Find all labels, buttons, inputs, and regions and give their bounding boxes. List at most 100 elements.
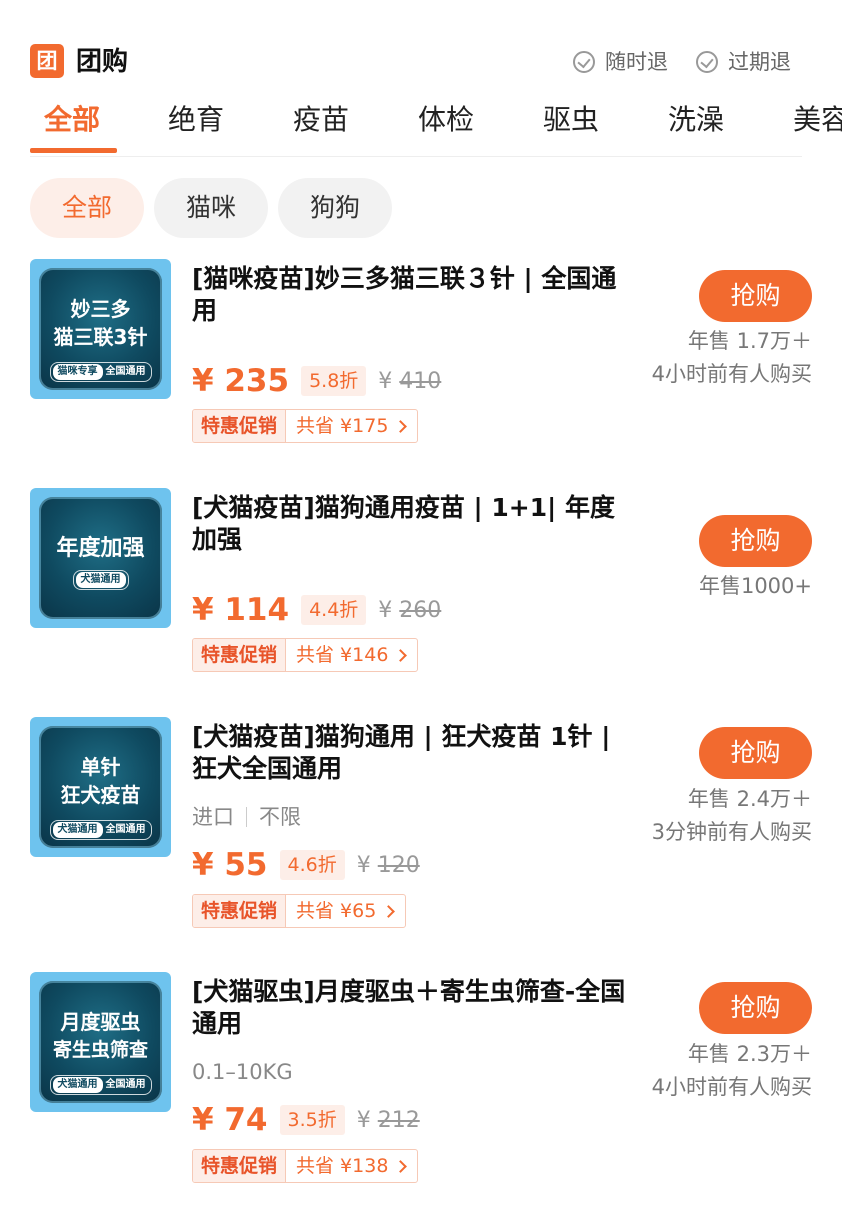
category-tabs: 全部 绝育 疫苗 体检 驱虫 洗澡 美容 [30, 96, 842, 156]
product-specs: 0.1–10KG [192, 1060, 293, 1084]
filter-all[interactable]: 全部 [30, 178, 144, 238]
spec-origin: 进口 [192, 805, 234, 829]
annual-sales: 年售 1.7万＋ [687, 329, 812, 353]
guarantee-refund-expired: 过期退 [696, 47, 791, 77]
buy-button[interactable]: 抢购 [699, 982, 812, 1034]
divider [246, 807, 247, 827]
original-price-value: 410 [399, 368, 442, 394]
savings: 共省 ¥138 [286, 1150, 417, 1182]
buy-button[interactable]: 抢购 [699, 270, 812, 322]
price-row: ¥ 114 4.4折 ¥ 260 [192, 590, 441, 630]
original-price: ¥ 212 [356, 1107, 420, 1133]
savings-text: 共省 ¥175 [296, 415, 389, 437]
sale-price: ¥ 55 [192, 847, 268, 883]
thumbnail-tag: 全国通用 [105, 366, 146, 377]
recent-purchase: 3分钟前有人购买 [651, 820, 812, 844]
product-thumbnail: 单针 狂犬疫苗 犬猫通用 全国通用 [30, 717, 171, 857]
thumbnail-tag: 犬猫通用 [52, 1077, 103, 1093]
thumbnail-text: 妙三多 [70, 297, 131, 321]
thumbnail-text: 猫三联3针 [53, 325, 148, 349]
thumbnail-text: 年度加强 [56, 536, 145, 561]
savings: 共省 ¥146 [286, 639, 417, 671]
product-title[interactable]: [犬猫疫苗]猫狗通用疫苗 | 1+1| 年度加强 [192, 492, 632, 556]
product-title[interactable]: [猫咪疫苗]妙三多猫三联３针 | 全国通用 [192, 263, 632, 327]
buy-button[interactable]: 抢购 [699, 515, 812, 567]
filter-cat[interactable]: 猫咪 [154, 178, 268, 238]
original-price-value: 212 [377, 1107, 420, 1133]
chevron-right-icon [382, 904, 396, 918]
promo-tag[interactable]: 特惠促销 共省 ¥65 [192, 894, 407, 928]
savings-text: 共省 ¥146 [296, 644, 389, 666]
buy-button[interactable]: 抢购 [699, 727, 812, 779]
check-circle-icon [696, 51, 718, 73]
thumbnail-tag: 全国通用 [105, 1079, 146, 1090]
annual-sales: 年售 2.3万＋ [687, 1042, 812, 1066]
product-thumbnail: 月度驱虫 寄生虫筛查 犬猫通用 全国通用 [30, 972, 171, 1112]
chevron-right-icon [394, 1159, 408, 1173]
original-price-value: 260 [399, 597, 442, 623]
spec-limit: 不限 [259, 805, 301, 829]
promo-tag[interactable]: 特惠促销 共省 ¥175 [192, 409, 419, 443]
annual-sales: 年售 2.4万＋ [687, 787, 812, 811]
tab-all[interactable]: 全部 [44, 96, 100, 144]
discount-badge: 5.8折 [301, 366, 367, 396]
recent-purchase: 4小时前有人购买 [651, 1075, 812, 1099]
thumbnail-panel: 年度加强 犬猫通用 [39, 497, 162, 619]
product-title[interactable]: [犬猫驱虫]月度驱虫＋寄生虫筛查-全国通用 [192, 976, 632, 1040]
promo-tag[interactable]: 特惠促销 共省 ¥138 [192, 1149, 419, 1183]
thumbnail-text: 月度驱虫 [60, 1010, 141, 1034]
promo-label: 特惠促销 [193, 895, 287, 927]
section-title: 团购 [76, 47, 129, 77]
product-item[interactable]: 月度驱虫 寄生虫筛查 犬猫通用 全国通用 [犬猫驱虫]月度驱虫＋寄生虫筛查-全国… [30, 972, 812, 1187]
thumbnail-tags: 猫咪专享 全国通用 [39, 362, 162, 382]
discount-badge: 4.4折 [301, 595, 367, 625]
promo-tag[interactable]: 特惠促销 共省 ¥146 [192, 638, 419, 672]
group-buy-badge-icon: 团 [30, 44, 64, 78]
original-price: ¥ 260 [378, 597, 442, 623]
product-item[interactable]: 年度加强 犬猫通用 [犬猫疫苗]猫狗通用疫苗 | 1+1| 年度加强 ¥ 114… [30, 488, 812, 678]
tab-deworm[interactable]: 驱虫 [543, 96, 599, 144]
product-thumbnail: 年度加强 犬猫通用 [30, 488, 171, 628]
savings: 共省 ¥65 [286, 895, 405, 927]
original-price-value: 120 [377, 852, 420, 878]
recent-purchase: 4小时前有人购买 [651, 362, 812, 386]
tab-checkup[interactable]: 体检 [418, 96, 474, 144]
product-specs: 进口 不限 [192, 802, 301, 832]
annual-sales: 年售1000+ [698, 574, 812, 598]
price-row: ¥ 74 3.5折 ¥ 212 [192, 1100, 420, 1140]
original-price: ¥ 410 [378, 368, 442, 394]
guarantee-label: 随时退 [605, 50, 668, 74]
product-item[interactable]: 单针 狂犬疫苗 犬猫通用 全国通用 [犬猫疫苗]猫狗通用 | 狂犬疫苗 1针 |… [30, 717, 812, 932]
sale-price: ¥ 235 [192, 363, 290, 399]
promo-label: 特惠促销 [193, 1150, 287, 1182]
product-thumbnail: 妙三多 猫三联3针 猫咪专享 全国通用 [30, 259, 171, 399]
promo-label: 特惠促销 [193, 639, 287, 671]
thumbnail-panel: 单针 狂犬疫苗 犬猫通用 全国通用 [39, 726, 162, 848]
filter-dog[interactable]: 狗狗 [278, 178, 392, 238]
original-price: ¥ 120 [356, 852, 420, 878]
tab-bath[interactable]: 洗澡 [668, 96, 724, 144]
thumbnail-text: 狂犬疫苗 [60, 783, 141, 807]
product-item[interactable]: 妙三多 猫三联3针 猫咪专享 全国通用 [猫咪疫苗]妙三多猫三联３针 | 全国通… [30, 259, 812, 449]
divider [30, 156, 802, 157]
active-tab-indicator [30, 148, 117, 153]
discount-badge: 4.6折 [279, 850, 345, 880]
tab-neuter[interactable]: 绝育 [168, 96, 224, 144]
chevron-right-icon [394, 419, 408, 433]
check-circle-icon [573, 51, 595, 73]
thumbnail-tag: 猫咪专享 [52, 364, 103, 380]
thumbnail-text: 寄生虫筛查 [52, 1039, 148, 1061]
sale-price: ¥ 114 [192, 592, 290, 628]
discount-badge: 3.5折 [279, 1105, 345, 1135]
thumbnail-tags: 犬猫通用 全国通用 [39, 1075, 162, 1095]
product-title[interactable]: [犬猫疫苗]猫狗通用 | 狂犬疫苗 1针 | 狂犬全国通用 [192, 721, 632, 785]
tab-grooming[interactable]: 美容 [793, 96, 842, 144]
thumbnail-tags: 犬猫通用 全国通用 [39, 820, 162, 840]
thumbnail-tag: 犬猫通用 [75, 572, 126, 588]
guarantee-refund-anytime: 随时退 [573, 47, 668, 77]
price-row: ¥ 55 4.6折 ¥ 120 [192, 845, 420, 885]
guarantee-label: 过期退 [728, 50, 791, 74]
tab-vaccine[interactable]: 疫苗 [293, 96, 349, 144]
savings-text: 共省 ¥65 [296, 900, 377, 922]
sale-price: ¥ 74 [192, 1102, 268, 1138]
